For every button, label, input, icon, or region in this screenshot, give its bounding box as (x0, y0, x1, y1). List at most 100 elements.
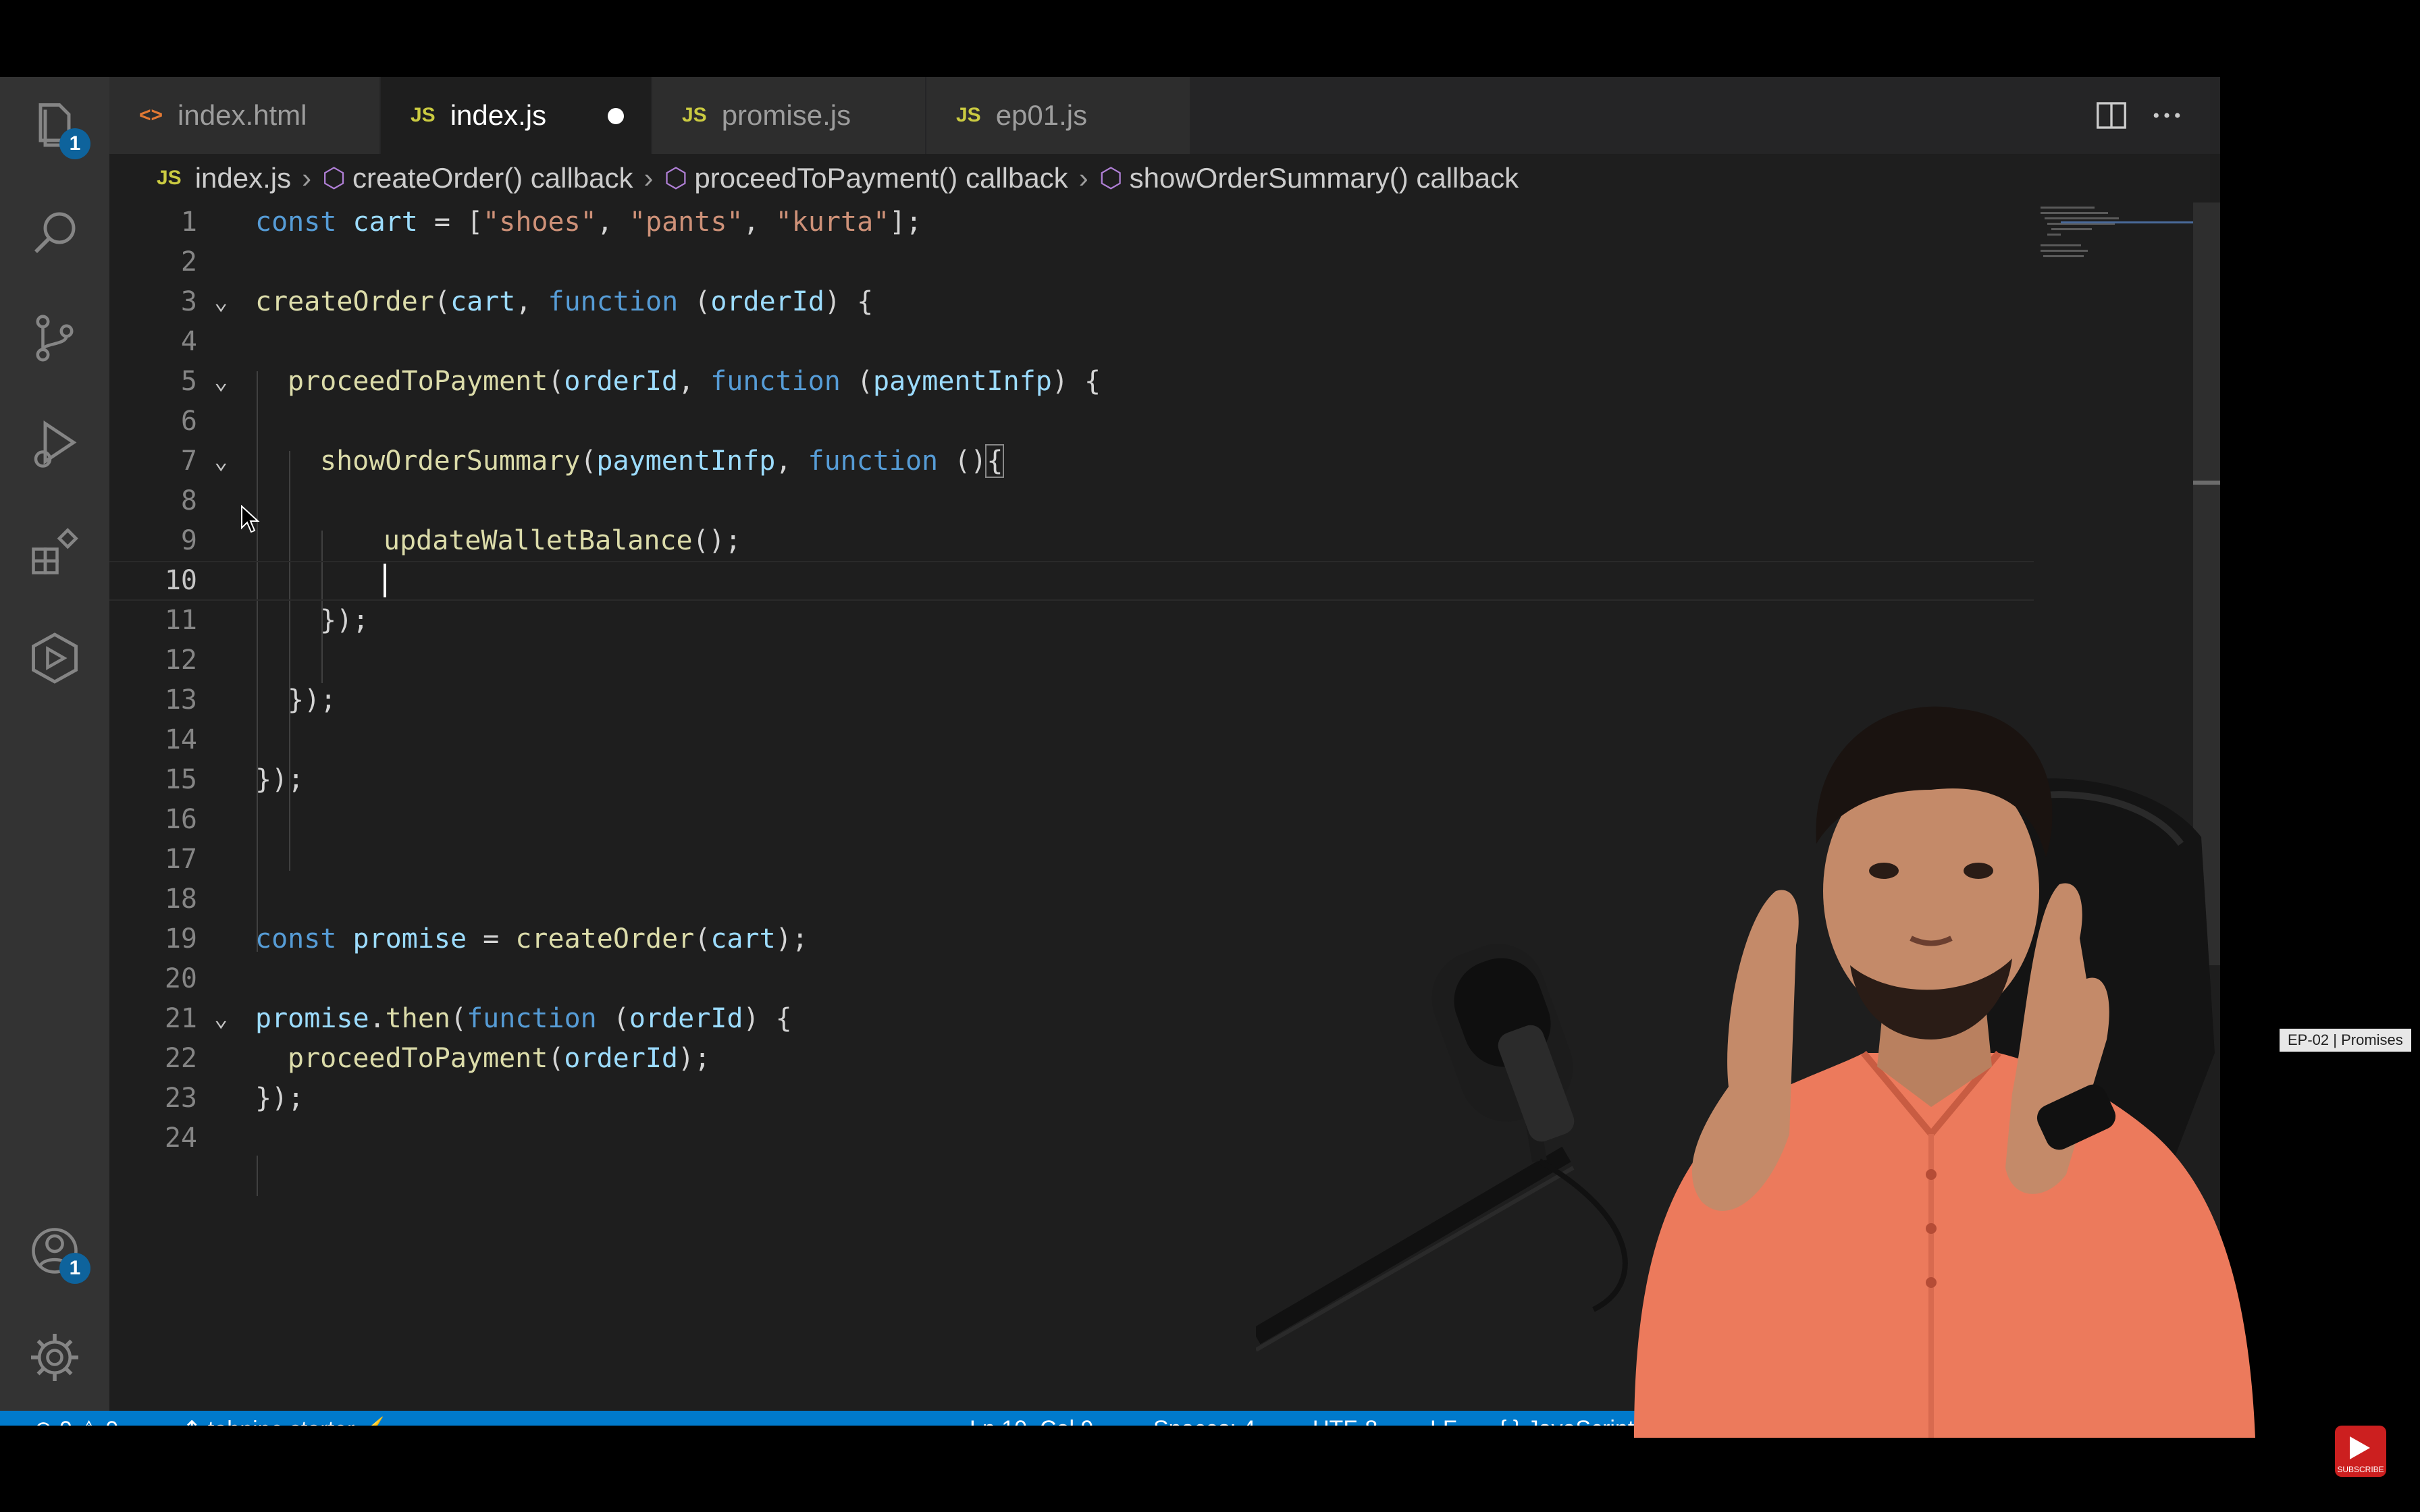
tab-label: index.html (178, 99, 307, 131)
code-line: 4 (109, 322, 2034, 362)
line-number: 2 (180, 246, 197, 277)
line-number: 13 (164, 684, 197, 716)
code-line: 9 updateWalletBalance(); (109, 521, 2034, 561)
code-text: proceedToPayment(orderId); (288, 1043, 711, 1074)
js-file-icon: JS (411, 104, 436, 126)
line-number: 4 (180, 326, 197, 357)
explorer-badge: 1 (59, 128, 90, 159)
tab-promise-js[interactable]: JS promise.js (652, 77, 925, 154)
fold-chevron-icon[interactable]: ⌄ (214, 362, 228, 402)
line-number: 3 (180, 286, 197, 317)
line-number: 8 (180, 485, 197, 516)
indentation[interactable]: Spaces: 4 (1153, 1416, 1255, 1426)
code-line: 1 const cart = ["shoes", "pants", "kurta… (109, 202, 2034, 242)
presenter-video-overlay (1256, 706, 2255, 1438)
breadcrumb-item[interactable]: createOrder() callback (352, 162, 633, 194)
fold-chevron-icon[interactable]: ⌄ (214, 282, 228, 322)
mouse-pointer-icon (241, 505, 260, 533)
code-text: }); (255, 764, 305, 795)
indent-guide (257, 1156, 258, 1196)
chapter-label[interactable]: EP-02 | Promises (2280, 1029, 2411, 1052)
line-number: 19 (164, 923, 197, 954)
more-actions-icon[interactable] (2149, 97, 2185, 134)
line-number: 16 (164, 804, 197, 835)
code-line: 3 ⌄ createOrder(cart, function (orderId)… (109, 282, 2034, 322)
code-text: proceedToPayment(orderId, function (paym… (288, 366, 1101, 397)
code-line: 6 (109, 402, 2034, 441)
js-file-icon: JS (157, 167, 182, 189)
js-file-icon: JS (956, 104, 981, 126)
tab-index-html[interactable]: <> index.html (109, 77, 379, 154)
code-text: promise.then(function (orderId) { (255, 1003, 792, 1034)
settings-gear-icon (31, 1334, 78, 1381)
code-text: const cart = ["shoes", "pants", "kurta"]… (255, 207, 922, 238)
line-number: 6 (180, 406, 197, 437)
run-debug-icon (34, 420, 77, 468)
line-number: 24 (164, 1123, 197, 1154)
fold-chevron-icon[interactable]: ⌄ (214, 999, 228, 1039)
search-icon (34, 212, 76, 253)
line-number: 5 (180, 366, 197, 397)
breadcrumb-file[interactable]: index.js (195, 162, 291, 194)
tab-index-js[interactable]: JS index.js (381, 77, 651, 154)
extensions-icon (32, 528, 78, 574)
accounts-button[interactable]: 1 (24, 1220, 90, 1284)
problems-indicator[interactable]: ⊗ 0 ⚠ 0 (34, 1416, 118, 1426)
code-text: updateWalletBalance(); (384, 525, 741, 556)
code-line: 5 ⌄ proceedToPayment(orderId, function (… (109, 362, 2034, 402)
line-number: 22 (164, 1043, 197, 1074)
js-file-icon: JS (682, 104, 707, 126)
line-number: 1 (180, 207, 197, 238)
line-number: 10 (164, 565, 197, 596)
code-text: showOrderSummary(paymentInfp, function (… (320, 444, 1005, 478)
code-text: }); (320, 605, 369, 636)
explorer-button[interactable]: 1 (24, 96, 90, 159)
cursor-position[interactable]: Ln 10, Col 9 (970, 1416, 1093, 1426)
remote-icon (32, 632, 78, 684)
play-icon (2350, 1436, 2370, 1459)
symbol-method-icon: ⬡ (1099, 163, 1123, 193)
tab-ep01-js[interactable]: JS ep01.js (926, 77, 1190, 154)
search-button[interactable] (24, 202, 85, 263)
line-number: 21 (164, 1003, 197, 1034)
text-caret (384, 564, 386, 597)
subscribe-label: SUBSCRIBE (2337, 1465, 2384, 1474)
chevron-right-icon: › (643, 162, 654, 194)
settings-button[interactable] (24, 1327, 85, 1388)
code-line: 7 ⌄ showOrderSummary(paymentInfp, functi… (109, 441, 2034, 481)
breadcrumb-item[interactable]: showOrderSummary() callback (1130, 162, 1519, 194)
line-number: 14 (164, 724, 197, 755)
code-line: 8 (109, 481, 2034, 521)
line-number: 23 (164, 1083, 197, 1114)
line-number: 18 (164, 884, 197, 915)
activity-bar: 1 1 (0, 77, 109, 1411)
line-number: 20 (164, 963, 197, 994)
line-number: 12 (164, 645, 197, 676)
fold-chevron-icon[interactable]: ⌄ (214, 441, 228, 481)
editor-tab-bar: <> index.html JS index.js JS promise.js … (109, 77, 2220, 154)
line-number: 15 (164, 764, 197, 795)
minimap[interactable] (2034, 202, 2196, 473)
code-line: 2 (109, 242, 2034, 282)
remote-button[interactable] (24, 628, 85, 688)
branch-indicator[interactable]: ⇡ tabnine starter ⚡ (182, 1416, 390, 1426)
scrollbar-cursor-marker (2193, 481, 2220, 485)
source-control-icon (36, 315, 74, 362)
tab-label: index.js (450, 99, 547, 131)
breadcrumb-item[interactable]: proceedToPayment() callback (694, 162, 1068, 194)
html-file-icon: <> (139, 104, 163, 126)
subscribe-button[interactable]: SUBSCRIBE (2335, 1426, 2386, 1477)
source-control-button[interactable] (24, 308, 85, 369)
run-debug-button[interactable] (24, 414, 85, 475)
chevron-right-icon: › (1078, 162, 1088, 194)
tab-label: promise.js (721, 99, 851, 131)
unsaved-dot-icon[interactable] (608, 108, 624, 124)
line-number: 9 (180, 525, 197, 556)
line-number: 11 (164, 605, 197, 636)
extensions-button[interactable] (24, 521, 85, 582)
chevron-right-icon: › (302, 162, 312, 194)
symbol-method-icon: ⬡ (322, 163, 346, 193)
accounts-badge: 1 (59, 1253, 90, 1284)
symbol-method-icon: ⬡ (664, 163, 688, 193)
split-editor-icon[interactable] (2093, 97, 2130, 134)
